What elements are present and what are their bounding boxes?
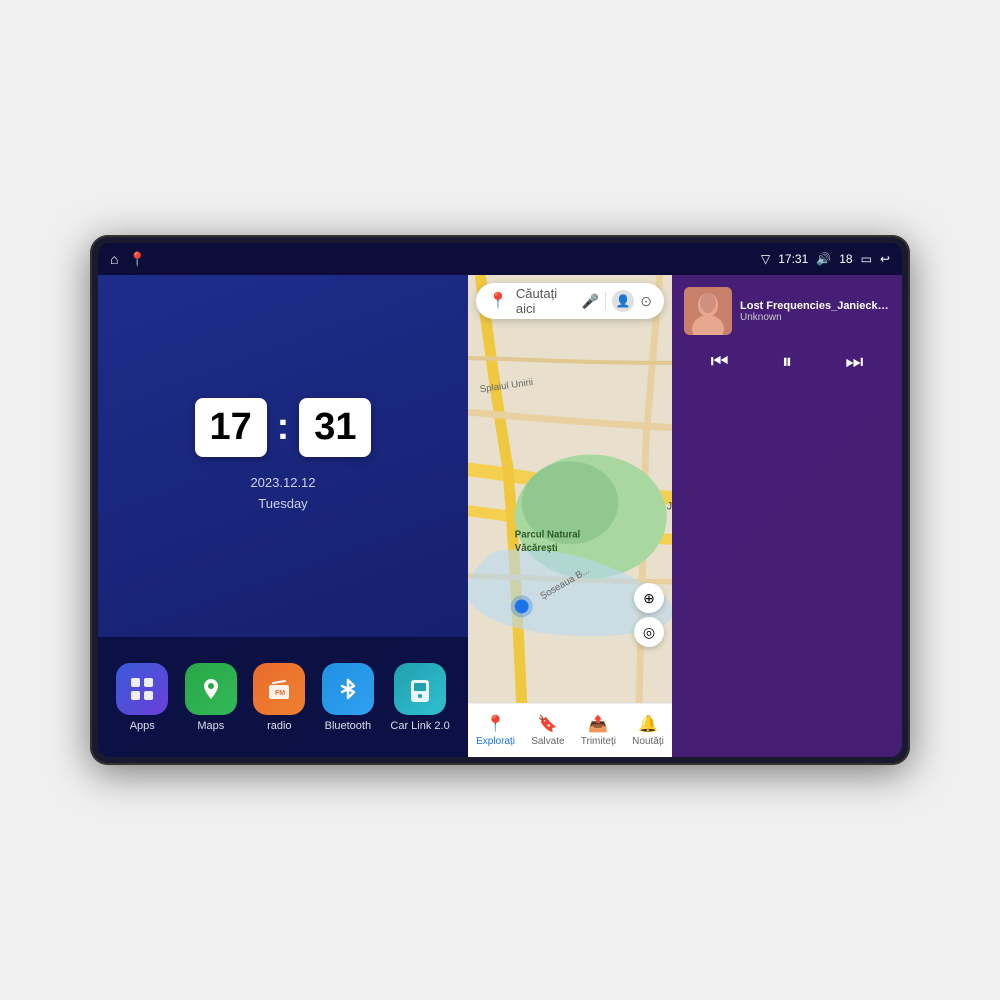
- search-text: Căutați aici: [516, 286, 574, 316]
- battery-level: 18: [839, 252, 852, 266]
- volume-icon: 🔊: [816, 252, 831, 266]
- app-icon-maps[interactable]: Maps: [185, 663, 237, 732]
- locate-button[interactable]: ◎: [634, 617, 664, 647]
- bluetooth-icon: [322, 663, 374, 715]
- clock-date: 2023.12.12 Tuesday: [250, 473, 315, 515]
- account-icon[interactable]: 👤: [612, 290, 634, 312]
- right-panel: UZANA TRAPEZULUI BUCUREȘTI JUDEȚUL ILFOV…: [468, 275, 672, 757]
- device: ⌂ 📍 ▽ 17:31 🔊 18 ▭ ↩ 17 :: [90, 235, 910, 765]
- radio-icon: FM: [253, 663, 305, 715]
- signal-icon: ▽: [761, 252, 770, 266]
- maps-status-icon[interactable]: 📍: [128, 251, 145, 268]
- news-label: Noutăți: [632, 736, 664, 747]
- clock-display: 17 : 31: [195, 398, 372, 457]
- radio-label: radio: [267, 720, 291, 732]
- nav-news[interactable]: 🔔 Noutăți: [632, 714, 664, 747]
- album-art: [684, 287, 732, 335]
- send-label: Trimiteți: [581, 736, 616, 747]
- battery-icon: ▭: [861, 252, 872, 266]
- music-info: Lost Frequencies_Janieck Devy-... Unknow…: [684, 287, 890, 335]
- svg-text:JUDEȚUL ILFOV: JUDEȚUL ILFOV: [667, 501, 672, 513]
- nav-saved[interactable]: 🔖 Salvate: [531, 714, 564, 747]
- next-button[interactable]: ⏭: [837, 347, 871, 378]
- saved-label: Salvate: [531, 736, 564, 747]
- prev-button[interactable]: ⏮: [703, 347, 737, 378]
- mic-icon[interactable]: 🎤: [582, 293, 599, 310]
- app-shortcuts: Apps Maps: [98, 637, 468, 757]
- music-artist: Unknown: [740, 312, 890, 323]
- apps-icon: [116, 663, 168, 715]
- status-right: ▽ 17:31 🔊 18 ▭ ↩: [761, 252, 890, 266]
- music-text: Lost Frequencies_Janieck Devy-... Unknow…: [740, 300, 890, 323]
- clock-colon: :: [277, 406, 290, 449]
- layers-icon[interactable]: ⊙: [640, 293, 652, 310]
- app-icon-radio[interactable]: FM radio: [253, 663, 305, 732]
- svg-text:Văcărești: Văcărești: [515, 543, 558, 554]
- status-left: ⌂ 📍: [110, 251, 146, 268]
- carlink-icon: [394, 663, 446, 715]
- apps-label: Apps: [130, 720, 155, 732]
- compass-button[interactable]: ⊕: [634, 583, 664, 613]
- saved-icon: 🔖: [538, 714, 558, 734]
- clock-widget: 17 : 31 2023.12.12 Tuesday: [98, 275, 468, 637]
- map-container[interactable]: UZANA TRAPEZULUI BUCUREȘTI JUDEȚUL ILFOV…: [468, 275, 672, 703]
- screen: ⌂ 📍 ▽ 17:31 🔊 18 ▭ ↩ 17 :: [98, 243, 902, 757]
- music-title: Lost Frequencies_Janieck Devy-...: [740, 300, 890, 312]
- music-panel: Lost Frequencies_Janieck Devy-... Unknow…: [672, 275, 902, 757]
- status-bar: ⌂ 📍 ▽ 17:31 🔊 18 ▭ ↩: [98, 243, 902, 275]
- main-content: 17 : 31 2023.12.12 Tuesday: [98, 275, 902, 757]
- play-pause-button[interactable]: ⏸: [774, 347, 800, 378]
- bluetooth-label: Bluetooth: [325, 720, 371, 732]
- music-controls: ⏮ ⏸ ⏭: [684, 347, 890, 378]
- maps-pin-icon: 📍: [488, 291, 508, 311]
- app-icon-bluetooth[interactable]: Bluetooth: [322, 663, 374, 732]
- clock-hour: 17: [195, 398, 267, 457]
- app-icon-apps[interactable]: Apps: [116, 663, 168, 732]
- carlink-label: Car Link 2.0: [390, 720, 449, 732]
- send-icon: 📤: [588, 714, 608, 734]
- explore-label: Explorați: [476, 736, 515, 747]
- map-search-icons: 🎤 👤 ⊙: [582, 290, 652, 312]
- explore-icon: 📍: [486, 714, 506, 734]
- nav-send[interactable]: 📤 Trimiteți: [581, 714, 616, 747]
- left-panel: 17 : 31 2023.12.12 Tuesday: [98, 275, 468, 757]
- back-icon[interactable]: ↩: [880, 252, 890, 266]
- maps-label: Maps: [197, 720, 224, 732]
- map-bottom-bar: 📍 Explorați 🔖 Salvate 📤 Trimiteți 🔔 Nout…: [468, 703, 672, 757]
- nav-explore[interactable]: 📍 Explorați: [476, 714, 515, 747]
- svg-text:FM: FM: [275, 690, 285, 697]
- news-icon: 🔔: [638, 714, 658, 734]
- time-display: 17:31: [778, 252, 808, 266]
- maps-icon: [185, 663, 237, 715]
- home-icon[interactable]: ⌂: [110, 251, 118, 267]
- map-search-bar[interactable]: 📍 Căutați aici 🎤 👤 ⊙: [476, 283, 664, 319]
- app-icon-carlink[interactable]: Car Link 2.0: [390, 663, 449, 732]
- svg-text:Parcul Natural: Parcul Natural: [515, 529, 580, 540]
- clock-minute: 31: [299, 398, 371, 457]
